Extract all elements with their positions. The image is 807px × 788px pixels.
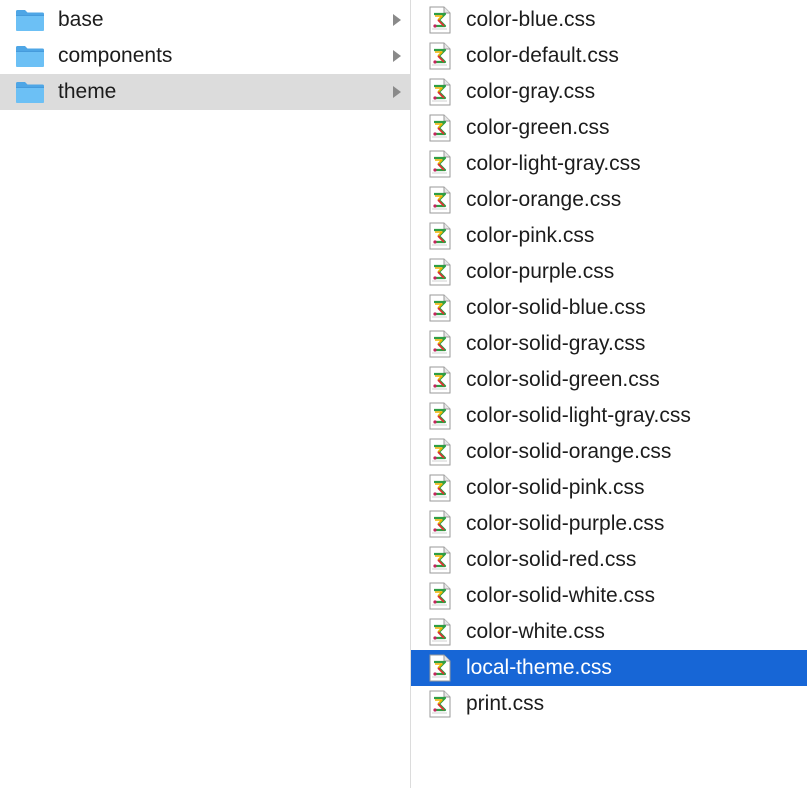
file-row[interactable]: color-green.css	[411, 110, 807, 146]
css-file-icon	[429, 294, 451, 322]
file-name: color-purple.css	[466, 260, 615, 283]
file-column: color-blue.css color-default.css color-gra…	[411, 0, 807, 788]
file-row[interactable]: color-pink.css	[411, 218, 807, 254]
file-row[interactable]: color-blue.css	[411, 2, 807, 38]
file-row[interactable]: color-solid-pink.css	[411, 470, 807, 506]
file-name: color-solid-white.css	[466, 584, 656, 607]
css-file-icon	[429, 474, 451, 502]
file-name: color-light-gray.css	[466, 152, 641, 175]
folder-icon	[16, 10, 44, 31]
file-name: color-solid-pink.css	[466, 476, 645, 499]
file-name: color-green.css	[466, 116, 610, 139]
file-row[interactable]: color-solid-light-gray.css	[411, 398, 807, 434]
chevron-right-icon	[393, 86, 401, 98]
file-name: color-solid-orange.css	[466, 440, 672, 463]
css-file-icon	[429, 6, 451, 34]
css-file-icon	[429, 618, 451, 646]
css-file-icon	[429, 114, 451, 142]
file-name: color-white.css	[466, 620, 605, 643]
chevron-right-icon	[393, 50, 401, 62]
file-row[interactable]: color-purple.css	[411, 254, 807, 290]
css-file-icon	[429, 150, 451, 178]
file-row[interactable]: local-theme.css	[411, 650, 807, 686]
file-name: color-orange.css	[466, 188, 622, 211]
folder-row-components[interactable]: components	[0, 38, 410, 74]
file-name: color-gray.css	[466, 80, 596, 103]
folder-row-theme[interactable]: theme	[0, 74, 410, 110]
folder-name: components	[58, 44, 173, 67]
file-row[interactable]: color-solid-green.css	[411, 362, 807, 398]
css-file-icon	[429, 582, 451, 610]
file-name: color-solid-gray.css	[466, 332, 646, 355]
file-row[interactable]: color-white.css	[411, 614, 807, 650]
css-file-icon	[429, 186, 451, 214]
folder-row-base[interactable]: base	[0, 2, 410, 38]
file-name: local-theme.css	[466, 656, 612, 679]
css-file-icon	[429, 78, 451, 106]
file-name: print.css	[466, 692, 545, 715]
css-file-icon	[429, 690, 451, 718]
file-row[interactable]: print.css	[411, 686, 807, 722]
file-name: color-solid-green.css	[466, 368, 660, 391]
file-row[interactable]: color-orange.css	[411, 182, 807, 218]
file-row[interactable]: color-solid-orange.css	[411, 434, 807, 470]
file-row[interactable]: color-solid-white.css	[411, 578, 807, 614]
css-file-icon	[429, 654, 451, 682]
css-file-icon	[429, 330, 451, 358]
file-row[interactable]: color-gray.css	[411, 74, 807, 110]
file-name: color-solid-blue.css	[466, 296, 646, 319]
css-file-icon	[429, 510, 451, 538]
folder-name: theme	[58, 80, 117, 103]
css-file-icon	[429, 258, 451, 286]
folder-column: base components theme	[0, 0, 410, 788]
folder-icon	[16, 46, 44, 67]
file-row[interactable]: color-solid-blue.css	[411, 290, 807, 326]
css-file-icon	[429, 42, 451, 70]
css-file-icon	[429, 546, 451, 574]
file-name: color-default.css	[466, 44, 619, 67]
file-row[interactable]: color-solid-red.css	[411, 542, 807, 578]
folder-list: base components theme	[0, 2, 410, 110]
file-name: color-solid-light-gray.css	[466, 404, 691, 427]
file-row[interactable]: color-solid-purple.css	[411, 506, 807, 542]
file-row[interactable]: color-solid-gray.css	[411, 326, 807, 362]
css-file-icon	[429, 402, 451, 430]
file-row[interactable]: color-default.css	[411, 38, 807, 74]
css-file-icon	[429, 438, 451, 466]
css-file-icon	[429, 222, 451, 250]
file-name: color-blue.css	[466, 8, 596, 31]
folder-name: base	[58, 8, 104, 31]
file-name: color-pink.css	[466, 224, 595, 247]
css-file-icon	[429, 366, 451, 394]
folder-icon	[16, 82, 44, 103]
file-name: color-solid-red.css	[466, 548, 637, 571]
chevron-right-icon	[393, 14, 401, 26]
file-row[interactable]: color-light-gray.css	[411, 146, 807, 182]
file-name: color-solid-purple.css	[466, 512, 665, 535]
file-list: color-blue.css color-default.css color-gra…	[411, 2, 807, 722]
